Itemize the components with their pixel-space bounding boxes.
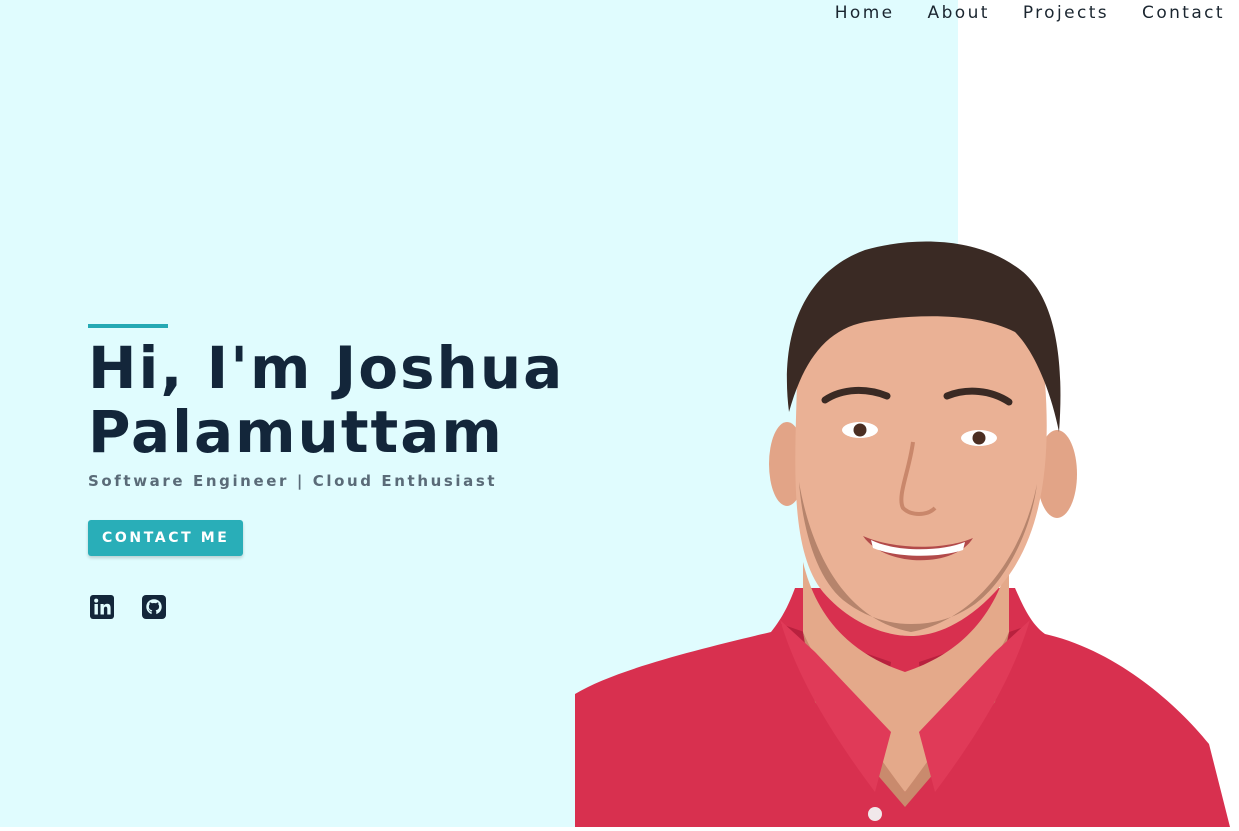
profile-photo — [575, 232, 1239, 827]
nav-contact-link[interactable]: Contact — [1142, 3, 1225, 23]
linkedin-icon[interactable] — [88, 593, 116, 621]
github-icon[interactable] — [140, 593, 168, 621]
hero-section: Hi, I'm Joshua Palamuttam Software Engin… — [88, 324, 564, 621]
nav-home-link[interactable]: Home — [835, 3, 895, 23]
contact-me-button[interactable]: CONTACT ME — [88, 520, 244, 556]
nav-about-link[interactable]: About — [928, 3, 990, 23]
hero-subtitle: Software Engineer | Cloud Enthusiast — [88, 472, 498, 490]
hero-title: Hi, I'm Joshua Palamuttam — [88, 336, 564, 464]
nav-projects-link[interactable]: Projects — [1023, 3, 1109, 23]
title-accent-bar — [88, 324, 168, 328]
hero-title-line1: Hi, I'm Joshua — [88, 334, 565, 402]
hero-title-line2: Palamuttam — [88, 398, 504, 466]
top-nav: Home About Projects Contact — [835, 0, 1225, 26]
social-links — [88, 593, 564, 621]
